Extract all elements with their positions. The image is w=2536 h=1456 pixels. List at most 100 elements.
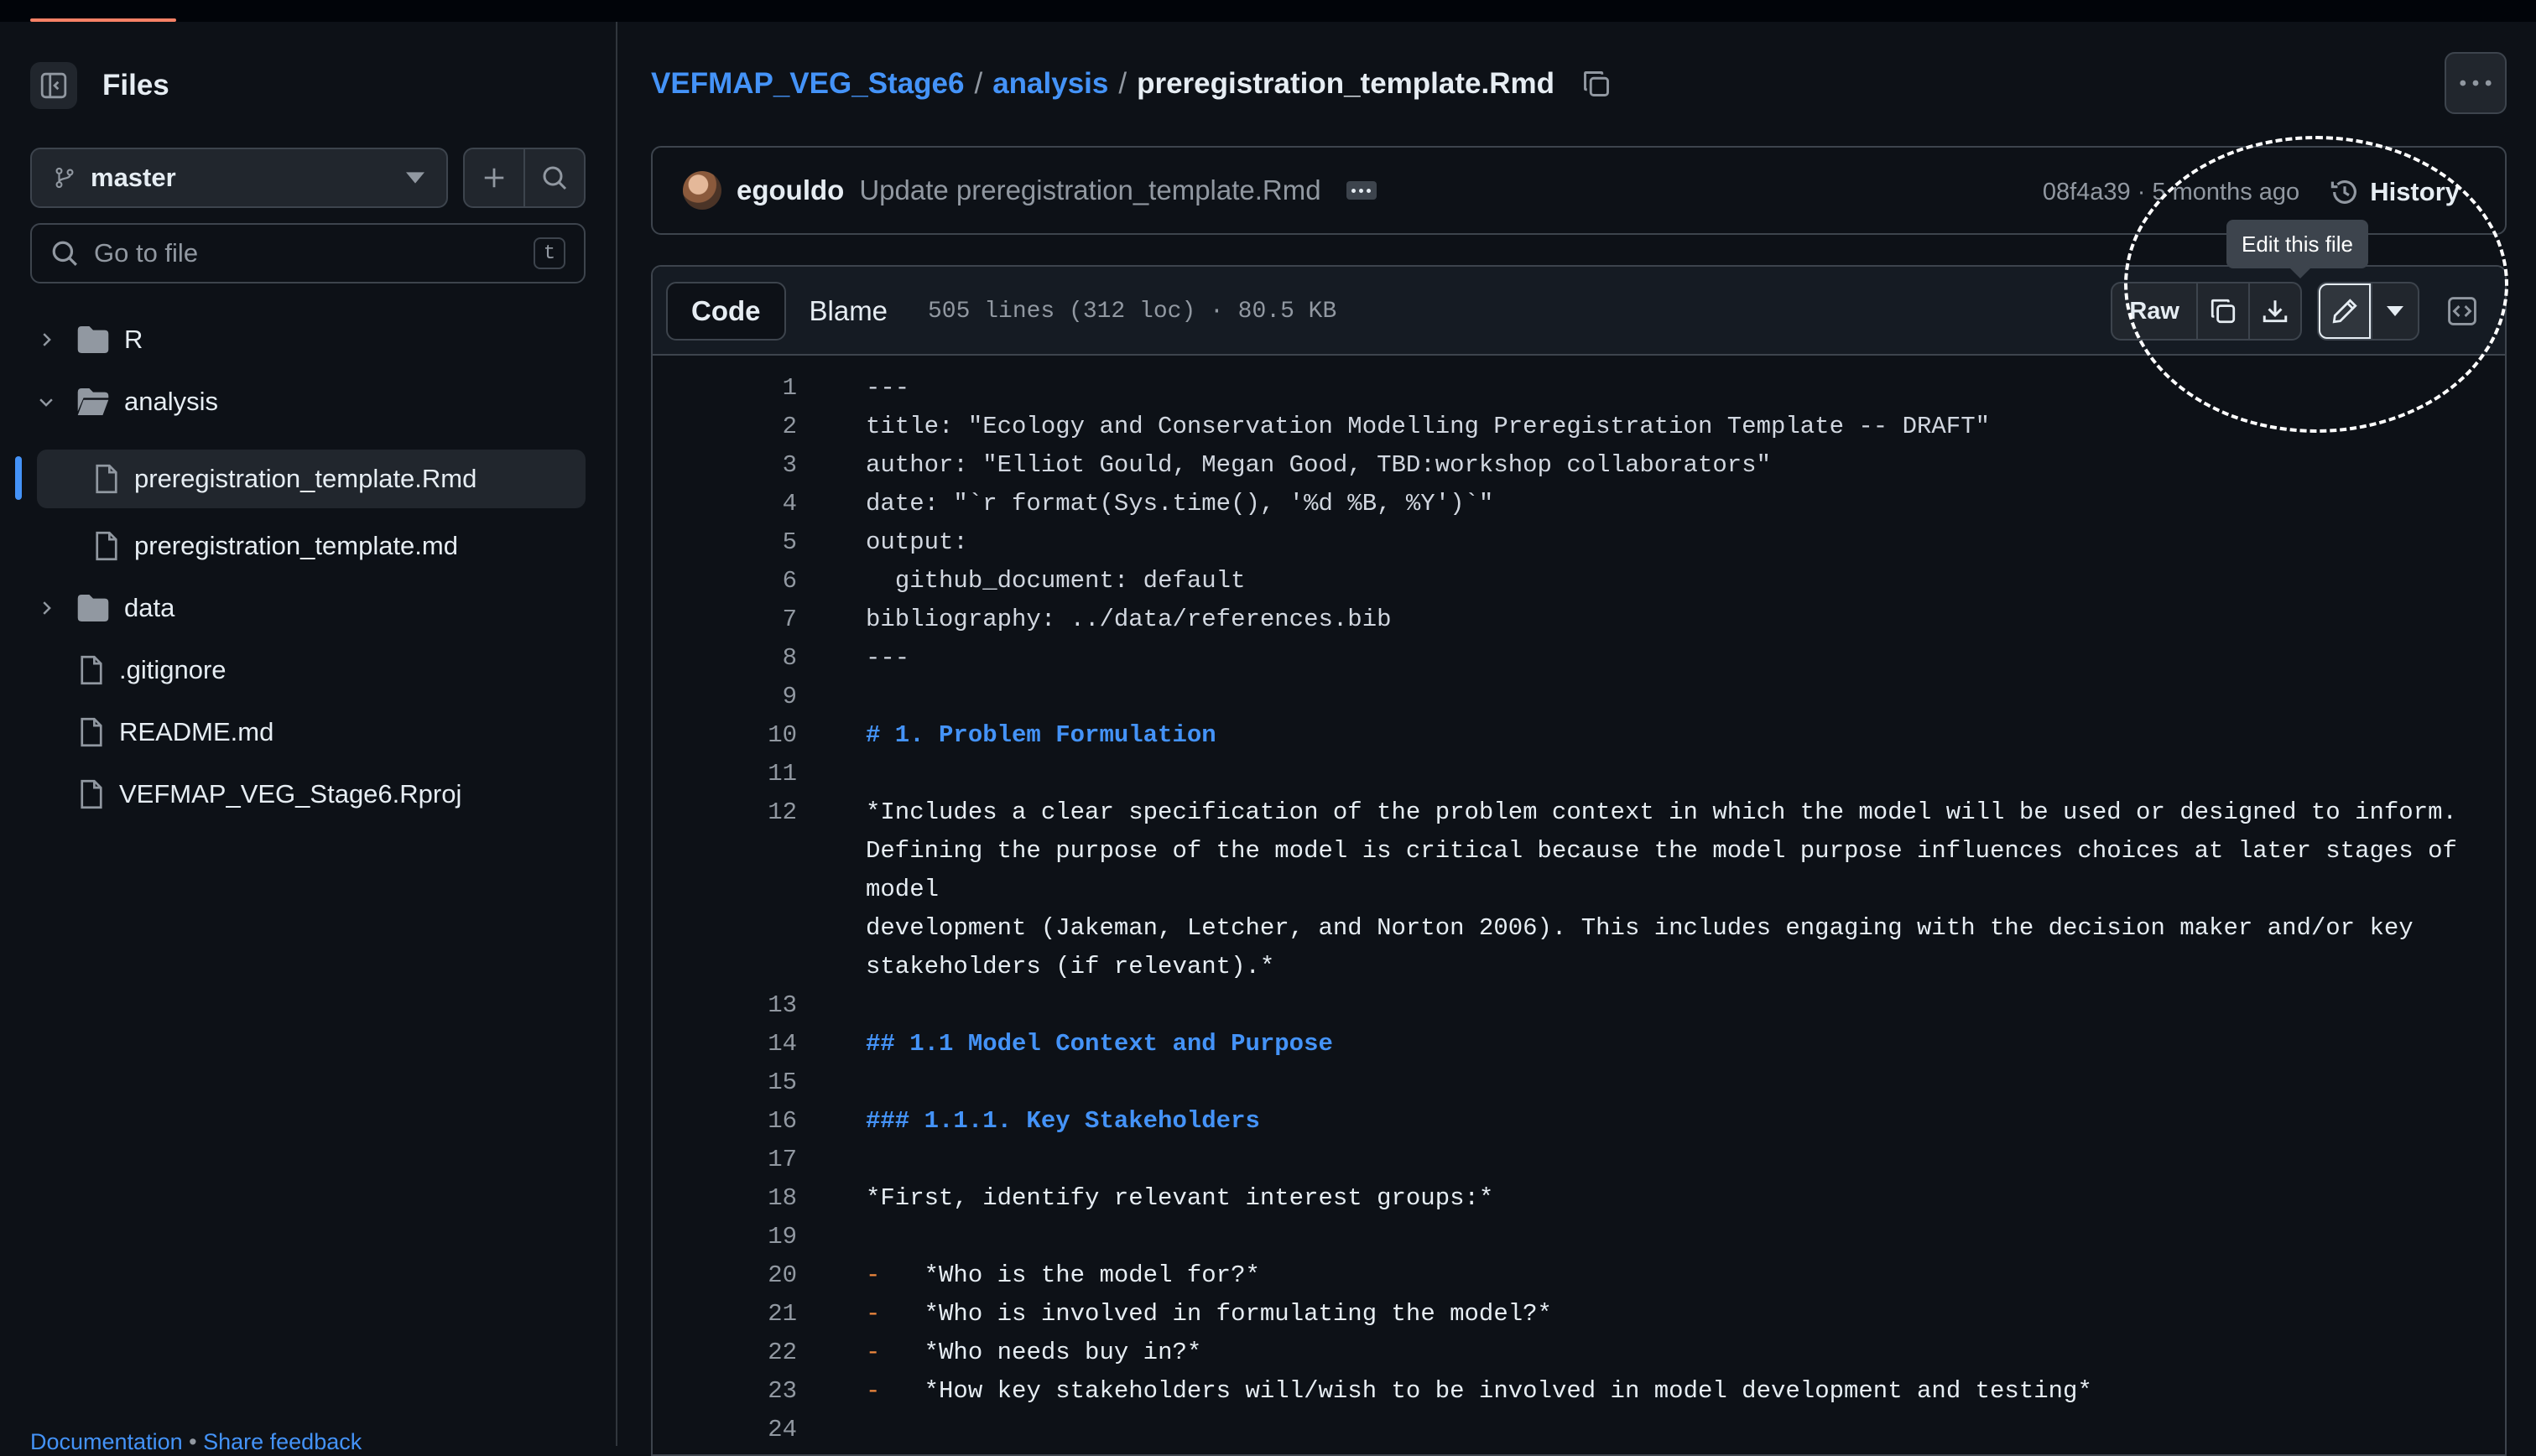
line-content: - *How key stakeholders will/wish to be … [866,1372,2493,1411]
line-content [866,986,2493,1025]
file-actions: Raw [2111,282,2419,341]
search-icon [543,166,567,190]
line-number[interactable]: 3 [653,446,797,485]
edit-file-tooltip: Edit this file [2226,220,2368,278]
edit-file-button[interactable] [2319,283,2371,339]
file-icon [81,655,102,685]
commit-sha-time[interactable]: 08f4a39 · 5 months ago [2043,179,2299,206]
line-number[interactable]: 6 [653,562,797,601]
download-icon [2263,300,2288,323]
tree-item-r[interactable]: R [37,310,591,369]
line-number[interactable]: 16 [653,1102,797,1141]
git-branch-icon [55,167,74,189]
breadcrumb-folder-link[interactable]: analysis [992,67,1108,101]
go-to-file-field[interactable]: t [30,223,586,283]
file-tree-sidebar: Files master t R analysis p [0,22,617,1454]
tree-item-label: VEFMAP_VEG_Stage6.Rproj [119,779,462,809]
code-line: 20 - *Who is the model for?* [653,1256,2505,1295]
line-number[interactable]: 1 [653,369,797,408]
tree-item-readme[interactable]: README.md [79,703,591,762]
line-number[interactable]: 21 [653,1295,797,1334]
tree-item-preregistration-md[interactable]: preregistration_template.md [37,517,586,575]
line-number[interactable]: 14 [653,1025,797,1063]
line-number[interactable]: 4 [653,485,797,523]
download-raw-button[interactable] [2248,283,2300,339]
symbols-panel-button[interactable] [2433,282,2492,341]
line-number[interactable]: 17 [653,1141,797,1179]
collapse-sidebar-button[interactable] [30,62,77,109]
documentation-link[interactable]: Documentation [30,1429,183,1454]
commit-message-link[interactable]: Update preregistration_template.Rmd [859,174,1320,206]
line-number[interactable]: 20 [653,1256,797,1295]
file-icon [96,464,117,494]
go-to-file-input[interactable] [94,238,534,268]
line-number[interactable]: 13 [653,986,797,1025]
add-file-button[interactable] [465,149,523,206]
line-number[interactable]: 24 [653,1411,797,1449]
line-number[interactable]: 12 [653,793,797,986]
line-content: ### 1.1.1. Key Stakeholders [866,1107,1260,1135]
line-number[interactable]: 23 [653,1372,797,1411]
expand-commit-message-button[interactable] [1346,181,1377,200]
tab-code[interactable]: Code [666,282,786,341]
code-line: 3 author: "Elliot Gould, Megan Good, TBD:… [653,446,2505,485]
share-feedback-link[interactable]: Share feedback [203,1429,362,1454]
code-line: 15 [653,1063,2505,1102]
line-number[interactable]: 2 [653,408,797,446]
copy-path-button[interactable] [1581,69,1612,99]
tab-blame[interactable]: Blame [786,282,912,341]
code-line: 24 [653,1411,2505,1449]
history-button[interactable]: History [2330,177,2460,207]
file-icon [81,779,102,809]
file-info: 505 lines (312 loc) · 80.5 KB [928,298,1337,325]
tree-item-gitignore[interactable]: .gitignore [79,641,591,699]
line-number[interactable]: 18 [653,1179,797,1218]
line-number[interactable]: 9 [653,678,797,716]
line-number[interactable]: 11 [653,755,797,793]
folder-icon [77,595,109,621]
line-number[interactable]: 15 [653,1063,797,1102]
line-content: *First, identify relevant interest group… [866,1184,1494,1212]
code-view: 1 --- 2 title: "Ecology and Conservation Mo… [653,356,2505,1454]
tree-item-preregistration-rmd[interactable]: preregistration_template.Rmd [37,450,586,508]
code-line: 12 *Includes a clear specification of the… [653,793,2505,986]
edit-options-dropdown[interactable] [2371,283,2418,339]
copy-raw-button[interactable] [2196,283,2248,339]
line-content: # 1. Problem Formulation [866,721,1216,749]
line-content: - *Who is the model for?* [866,1256,2493,1295]
history-label: History [2370,177,2460,206]
branch-selector[interactable]: master [30,148,448,208]
line-content: date: "`r format(Sys.time(), '%d %B, %Y'… [866,490,1494,517]
raw-button[interactable]: Raw [2112,283,2196,339]
line-content [866,678,2493,716]
line-content: github_document: default [866,567,1246,595]
line-number[interactable]: 19 [653,1218,797,1256]
commit-author-link[interactable]: egouldo [737,174,844,206]
line-number[interactable]: 7 [653,601,797,639]
pencil-icon [2332,299,2357,324]
search-icon [52,241,77,266]
edit-actions-group [2317,282,2419,341]
search-files-button[interactable] [523,149,584,206]
list-bullet: - [866,1261,924,1289]
breadcrumb-separator: / [974,67,983,100]
chevron-down-icon [39,398,53,407]
line-number[interactable]: 8 [653,639,797,678]
code-line: 19 [653,1218,2505,1256]
tree-item-rproj[interactable]: VEFMAP_VEG_Stage6.Rproj [79,765,591,824]
line-number[interactable]: 22 [653,1334,797,1372]
line-number[interactable]: 5 [653,523,797,562]
chevron-down-icon [2387,306,2403,316]
line-number[interactable]: 25 [653,1449,797,1454]
line-text: *Who is the model for?* [924,1261,1260,1289]
line-content: author: "Elliot Gould, Megan Good, TBD:w… [866,451,1771,479]
more-options-button[interactable] [2445,52,2507,114]
breadcrumb-repo-link[interactable]: VEFMAP_VEG_Stage6 [651,67,964,101]
tree-item-analysis[interactable]: analysis [37,372,591,431]
chevron-right-icon [43,333,51,346]
list-bullet: - [866,1300,924,1328]
top-bar [0,0,2536,22]
line-number[interactable]: 10 [653,716,797,755]
tree-item-data[interactable]: data [37,579,591,637]
avatar[interactable] [683,171,721,210]
